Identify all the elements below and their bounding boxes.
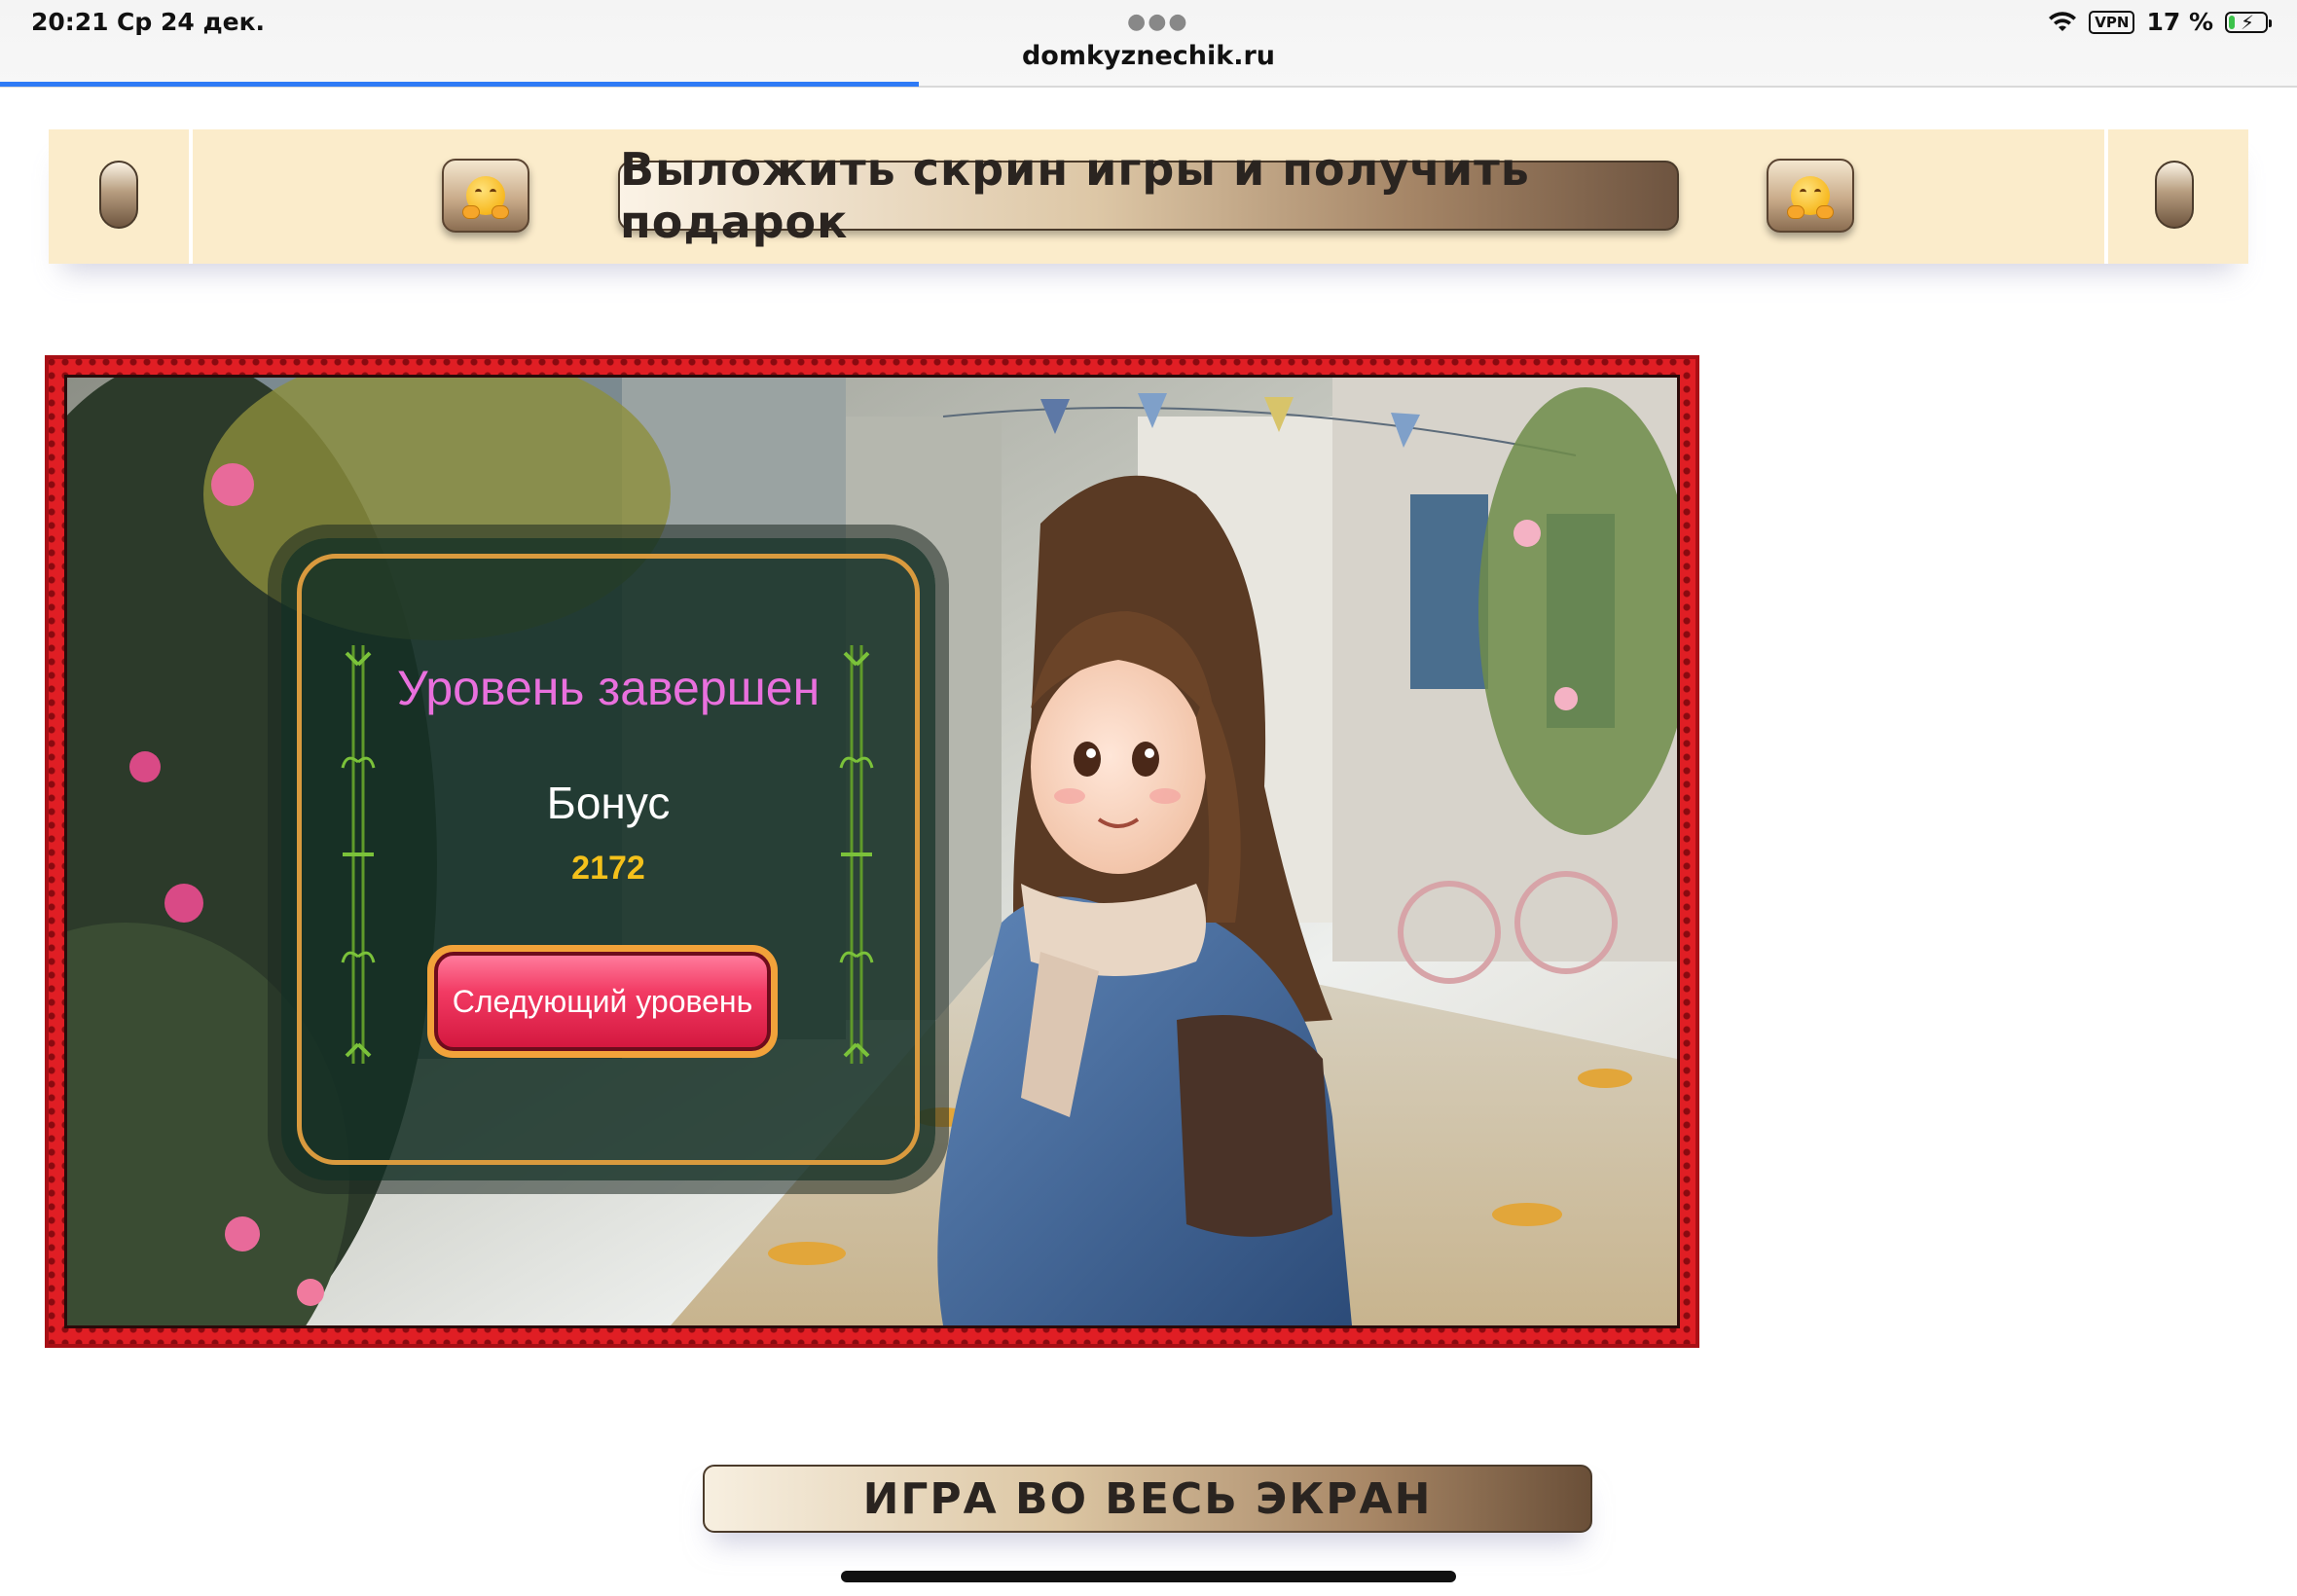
bonus-value: 2172 [571,850,645,887]
hugging-face-icon [1787,176,1834,219]
battery-percent: 17 % [2146,8,2213,36]
status-indicators: VPN 17 % ⚡ [2048,8,2272,36]
battery-icon: ⚡ [2225,10,2272,34]
game-frame: Уровень завершен Бонус 2172 Следующий ур… [45,355,1699,1348]
level-complete-panel: Уровень завершен Бонус 2172 Следующий ур… [281,538,935,1180]
charging-bolt-icon: ⚡ [2241,10,2255,34]
wifi-icon [2049,11,2077,31]
game-canvas[interactable]: Уровень завершен Бонус 2172 Следующий ур… [64,375,1680,1328]
status-bar: 20:21 Ср 24 дек. ●●● domkyznechik.ru VPN… [0,0,2297,88]
fullscreen-button-wrap: ИГРА ВО ВЕСЬ ЭКРАН [703,1465,1592,1533]
home-indicator[interactable] [841,1571,1456,1582]
promo-banner: Выложить скрин игры и получить подарок [49,129,2248,264]
banner-divider [189,129,193,264]
hugging-face-icon [462,176,509,219]
status-time: 20:21 [31,8,109,36]
next-level-button[interactable]: Следующий уровень [427,945,778,1058]
banner-left-handle[interactable] [99,161,138,229]
emoji-right-button[interactable] [1767,159,1854,233]
fullscreen-game-button[interactable]: ИГРА ВО ВЕСЬ ЭКРАН [703,1465,1592,1533]
address-bar-url[interactable]: domkyznechik.ru [0,41,2297,71]
bonus-label: Бонус [546,778,671,828]
more-dots-icon[interactable]: ●●● [1127,10,1189,34]
banner-divider [2104,129,2108,264]
status-date: Ср 24 дек. [117,8,266,36]
vpn-badge: VPN [2089,10,2135,34]
gift-screenshot-button[interactable]: Выложить скрин игры и получить подарок [618,143,1679,248]
banner-right-handle[interactable] [2155,161,2194,229]
battery-fill [2229,15,2235,29]
next-level-label: Следующий уровень [434,952,771,1051]
emoji-left-button[interactable] [442,159,529,233]
level-complete-title: Уровень завершен [396,661,820,715]
page-load-progress [0,82,919,87]
